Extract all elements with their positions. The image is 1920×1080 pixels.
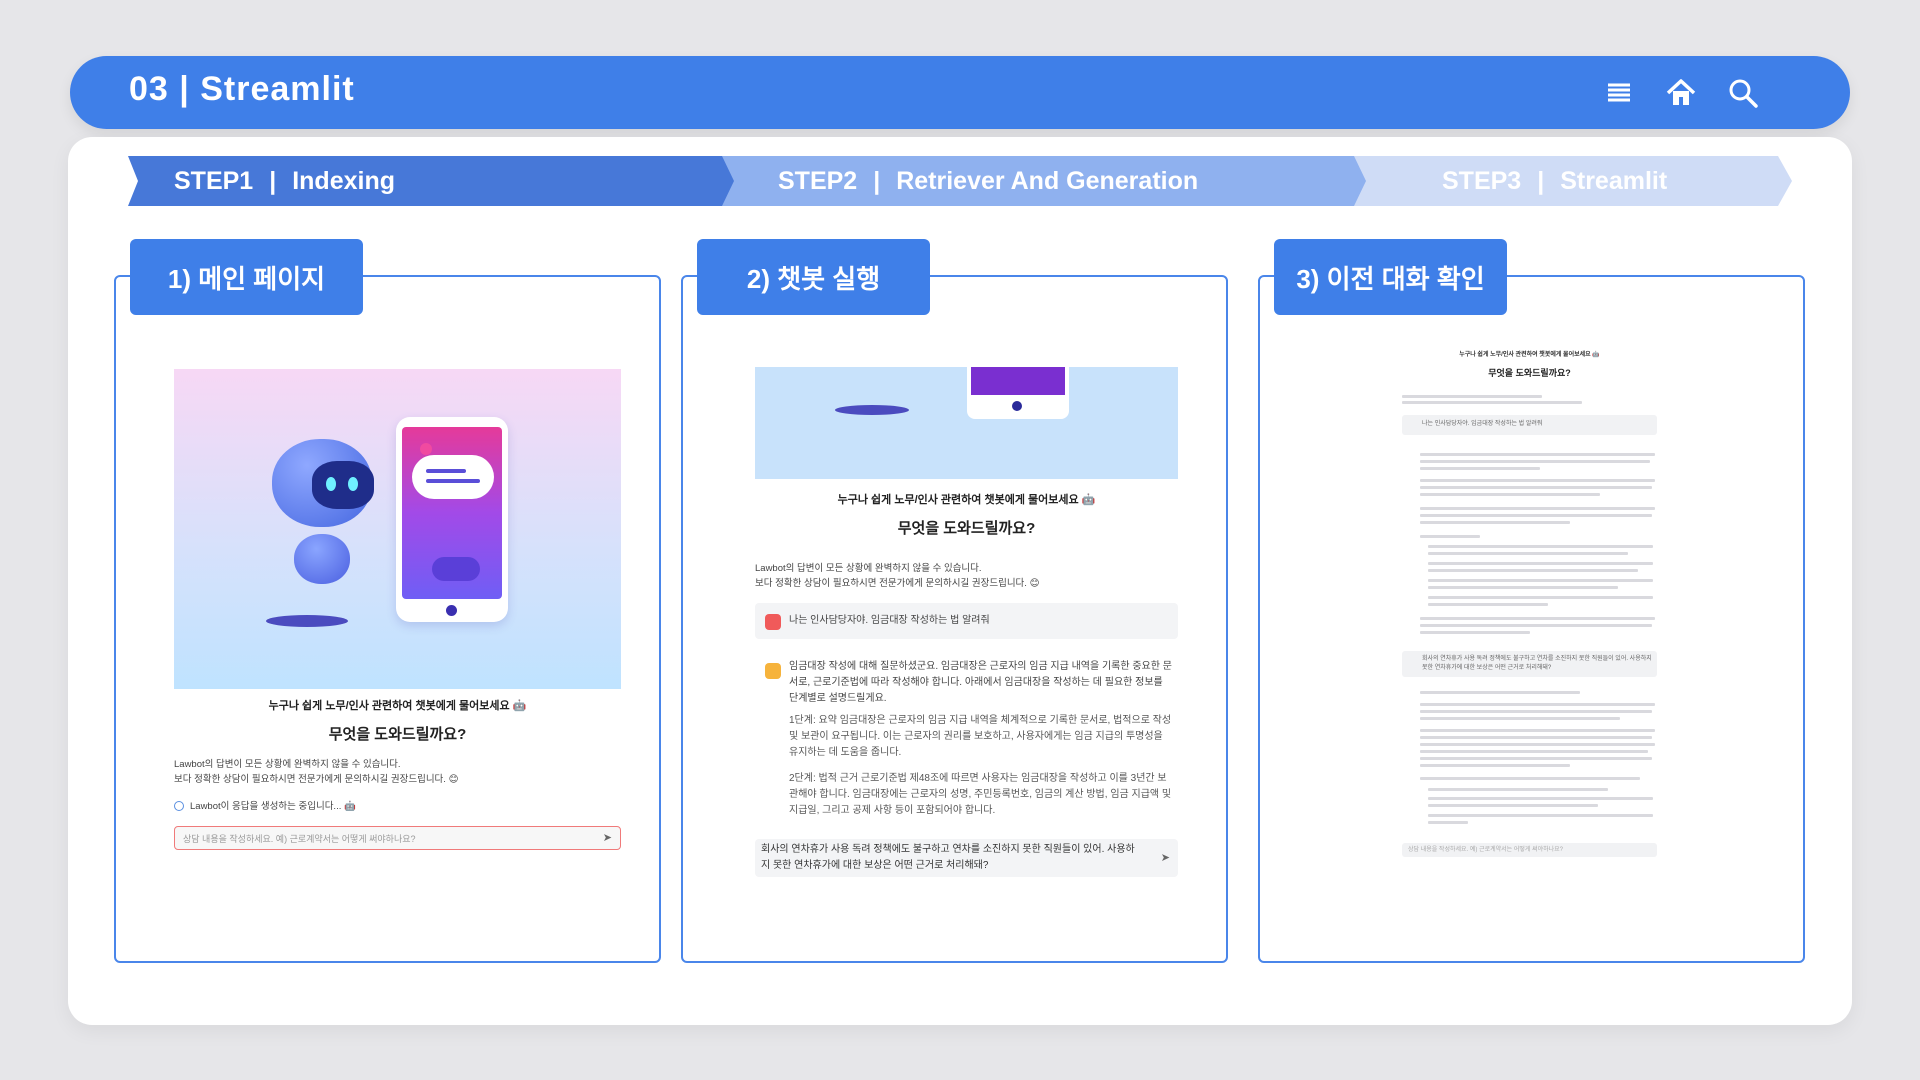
spinner-icon [174, 801, 184, 812]
disclaimer-2: 보다 정확한 상담이 필요하시면 전문가에게 문의하시길 권장드립니다. 😊 [755, 578, 1040, 589]
app-heading: 무엇을 도와드릴까요? [897, 520, 1036, 537]
step-2-number: STEP2 [778, 166, 858, 195]
hero-illustration-cropped [755, 367, 1178, 479]
robot-body [294, 534, 350, 584]
step-1[interactable]: STEP1 | Indexing [128, 156, 740, 206]
step-3[interactable]: STEP3 | Streamlit [1354, 156, 1792, 206]
step-3-label: Streamlit [1560, 166, 1668, 195]
assistant-avatar-icon [765, 663, 781, 679]
mini-caption: 누구나 쉽게 노무/인사 관련하여 챗봇에게 물어보세요 🤖 [1459, 352, 1600, 358]
app-caption: 누구나 쉽게 노무/인사 관련하여 챗봇에게 물어보세요 🤖 [268, 700, 527, 712]
user-avatar-icon [765, 614, 781, 630]
panel-main-page: 누구나 쉽게 노무/인사 관련하여 챗봇에게 물어보세요 🤖 무엇을 도와드릴까… [114, 275, 661, 963]
chat-input[interactable]: 상담 내용을 작성하세요. 예) 근로계약서는 어떻게 써야하나요? ➤ [174, 826, 621, 850]
user-message: 나는 인사담당자야. 임금대장 작성하는 법 알려줘 [755, 603, 1178, 639]
app-heading: 무엇을 도와드릴까요? [328, 726, 467, 743]
chat-input[interactable]: 회사의 연차휴가 사용 독려 정책에도 불구하고 연차를 소진하지 못한 직원들… [755, 839, 1178, 877]
mini-chat-input[interactable]: 상담 내용을 작성하세요. 예) 근로계약서는 어떻게 써야하나요? [1402, 843, 1657, 857]
step-2-label: Retriever And Generation [896, 166, 1199, 195]
robot-shadow [266, 615, 348, 627]
panel-previous-chat: 누구나 쉽게 노무/인사 관련하여 챗봇에게 물어보세요 🤖 무엇을 도와드릴까… [1258, 275, 1805, 963]
send-icon[interactable]: ➤ [603, 831, 612, 844]
mini-user-message-1: 나는 인사담당자야. 임금대장 작성하는 법 알려줘 [1402, 415, 1657, 435]
panel-chatbot-run: 누구나 쉽게 노무/인사 관련하여 챗봇에게 물어보세요 🤖 무엇을 도와드릴까… [681, 275, 1228, 963]
page-title: 03 | Streamlit [129, 70, 355, 108]
panel-tag-main-page: 1) 메인 페이지 [130, 239, 363, 315]
mini-heading: 무엇을 도와드릴까요? [1488, 368, 1571, 378]
step-3-number: STEP3 [1442, 166, 1522, 195]
phone-illustration [396, 417, 508, 622]
step-1-number: STEP1 [174, 166, 254, 195]
header-bar: 03 | Streamlit [70, 56, 1850, 129]
disclaimer-1: Lawbot의 답변이 모든 상황에 완벽하지 않을 수 있습니다. [174, 759, 401, 770]
disclaimer-2: 보다 정확한 상담이 필요하시면 전문가에게 문의하시길 권장드립니다. 😊 [174, 774, 459, 785]
menu-icon[interactable] [1602, 76, 1636, 110]
status-text: Lawbot이 응답을 생성하는 중입니다... 🤖 [174, 799, 356, 814]
app-caption: 누구나 쉽게 노무/인사 관련하여 챗봇에게 물어보세요 🤖 [837, 494, 1096, 506]
search-icon[interactable] [1726, 76, 1760, 110]
step-progress: STEP1 | Indexing STEP2 | Retriever And G… [128, 156, 1792, 206]
panel-tag-chatbot-run: 2) 챗봇 실행 [697, 239, 930, 315]
mini-user-message-2: 회사의 연차휴가 사용 독려 정책에도 불구하고 연차를 소진하지 못한 직원들… [1402, 651, 1657, 677]
home-icon[interactable] [1664, 76, 1698, 110]
step-1-label: Indexing [292, 166, 395, 195]
send-icon[interactable]: ➤ [1161, 851, 1170, 864]
panel-tag-previous-chat: 3) 이전 대화 확인 [1274, 239, 1507, 315]
hero-illustration [174, 369, 621, 689]
step-2[interactable]: STEP2 | Retriever And Generation [722, 156, 1372, 206]
robot-face [312, 461, 374, 509]
disclaimer-1: Lawbot의 답변이 모든 상황에 완벽하지 않을 수 있습니다. [755, 563, 982, 574]
